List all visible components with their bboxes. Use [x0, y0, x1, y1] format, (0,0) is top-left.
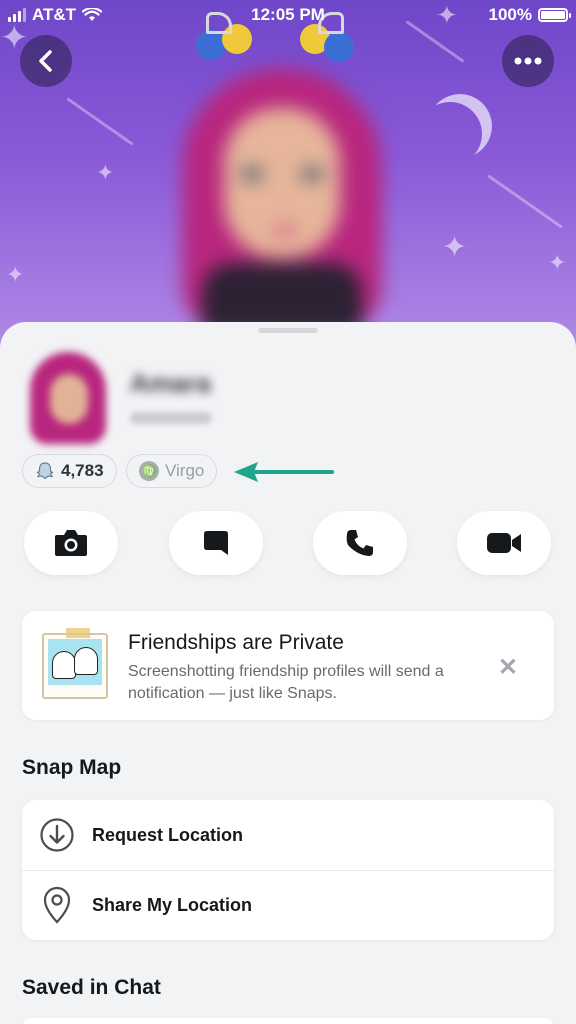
chat-bubble-icon — [204, 531, 228, 555]
privacy-description: Screenshotting friendship profiles will … — [128, 663, 444, 702]
privacy-title: Friendships are Private — [128, 631, 344, 654]
more-options-button[interactable] — [502, 35, 554, 87]
download-circle-icon — [40, 818, 74, 852]
saved-in-chat-heading: Saved in Chat — [22, 976, 161, 999]
bitmoji-avatar-large — [172, 48, 392, 333]
moon-decoration — [409, 93, 491, 175]
streak-decoration — [66, 97, 134, 146]
location-pin-icon — [43, 886, 71, 924]
sparkle-decoration: ✦ — [6, 262, 25, 287]
polaroid-ghosts-illustration — [42, 628, 108, 699]
profile-sheet: Amara 4,783 ♍ Virgo Friendships are Priv… — [0, 322, 576, 1024]
snap-score-pill[interactable]: 4,783 — [22, 454, 117, 488]
phone-icon — [346, 530, 373, 556]
back-button[interactable] — [20, 35, 72, 87]
request-location-row[interactable]: Request Location — [22, 800, 554, 870]
streak-decoration — [487, 174, 563, 229]
request-location-label: Request Location — [92, 824, 244, 845]
virgo-icon: ♍ — [139, 461, 159, 481]
battery-fill — [541, 11, 565, 19]
sparkle-decoration: ✦ — [548, 250, 567, 275]
video-camera-icon — [487, 533, 521, 553]
share-location-label: Share My Location — [92, 894, 253, 915]
display-name: Amara — [130, 368, 211, 398]
saved-in-chat-card[interactable] — [22, 1018, 554, 1024]
camera-button[interactable] — [24, 511, 118, 575]
zodiac-pill[interactable]: ♍ Virgo — [126, 454, 218, 488]
chat-button[interactable] — [169, 511, 263, 575]
dismiss-close-icon[interactable]: ✕ — [498, 653, 518, 682]
snap-map-heading: Snap Map — [22, 756, 122, 779]
more-dots-icon — [514, 57, 542, 65]
status-bar: AT&T 12:05 PM 100% — [0, 0, 576, 30]
sparkle-decoration: ✦ — [96, 160, 115, 185]
share-location-row[interactable]: Share My Location — [22, 870, 554, 940]
arrow-annotation-icon — [234, 462, 334, 482]
video-call-button[interactable] — [457, 511, 551, 575]
username-redacted — [130, 412, 212, 424]
ghost-icon — [36, 462, 54, 480]
battery-icon — [538, 8, 571, 22]
friendship-privacy-card: Friendships are Private Screenshotting f… — [22, 611, 554, 720]
profile-header: ✦ ✦ ✦ ✦ ✦ ✦ AT&T 12:05 PM 100% — [0, 0, 576, 350]
profile-avatar[interactable] — [26, 352, 110, 444]
sparkle-decoration: ✦ — [442, 231, 468, 264]
call-button[interactable] — [313, 511, 407, 575]
camera-icon — [55, 530, 87, 556]
chevron-left-icon — [39, 50, 52, 72]
snap-score-value: 4,783 — [61, 461, 104, 480]
sheet-handle[interactable] — [258, 328, 318, 333]
snap-map-card: Request Location Share My Location — [22, 800, 554, 940]
zodiac-label: Virgo — [165, 461, 205, 480]
battery-percent: 100% — [488, 5, 532, 24]
